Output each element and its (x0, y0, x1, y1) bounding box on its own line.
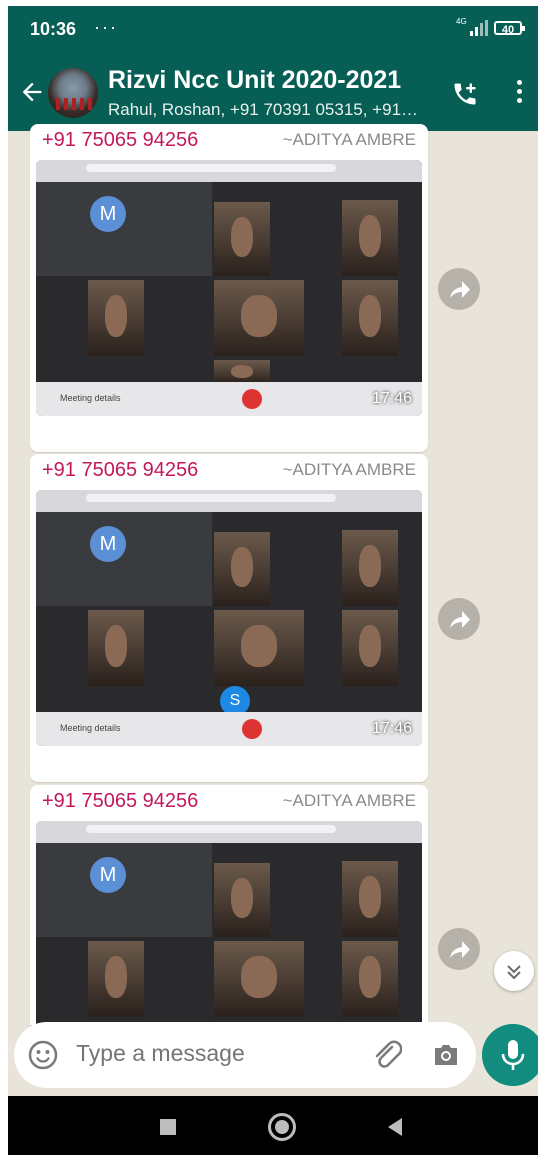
recent-apps-icon[interactable] (160, 1119, 176, 1135)
photo-browser-bar (36, 821, 422, 843)
photo-tile (214, 532, 270, 606)
photo-tile (214, 941, 304, 1017)
photo-tile (36, 182, 212, 276)
camera-icon[interactable] (432, 1042, 460, 1068)
photo-tile (342, 861, 398, 937)
message-input[interactable] (76, 1040, 346, 1067)
photo-tile (342, 280, 398, 356)
photo-tile (214, 360, 270, 384)
group-participants[interactable]: Rahul, Roshan, +91 70391 05315, +91… (108, 100, 418, 120)
image-message[interactable]: +91 75065 94256 ~ADITYA AMBRE M S Meetin… (30, 454, 428, 782)
forward-icon[interactable] (438, 598, 480, 640)
photo-tile (214, 202, 270, 276)
sender-number[interactable]: +91 75065 94256 (42, 790, 198, 813)
group-title[interactable]: Rizvi Ncc Unit 2020-2021 (108, 66, 401, 95)
photo-browser-bar (36, 160, 422, 182)
forward-icon[interactable] (438, 928, 480, 970)
image-message[interactable]: +91 75065 94256 ~ADITYA AMBRE M Meeting … (30, 124, 428, 452)
photo-tile (36, 843, 212, 937)
photo-tile (342, 941, 398, 1017)
message-photo[interactable]: M (36, 821, 422, 1025)
status-time: 10:36 (30, 19, 77, 39)
message-photo[interactable]: M S Meeting details 17:46 (36, 490, 422, 746)
nav-back-icon[interactable] (388, 1118, 402, 1136)
photo-tile (342, 610, 398, 686)
network-type: 4G (456, 17, 467, 26)
photo-tile (342, 200, 398, 276)
status-notification-dots: ··· (94, 17, 118, 37)
back-arrow-icon[interactable] (18, 78, 46, 106)
image-message[interactable]: +91 75065 94256 ~ADITYA AMBRE M (30, 785, 428, 1025)
photo-tile (214, 863, 270, 937)
photo-tile (36, 512, 212, 606)
system-navigation-bar (8, 1096, 538, 1155)
sender-push-name: ~ADITYA AMBRE (282, 460, 416, 479)
message-time: 17:46 (371, 720, 412, 737)
group-avatar[interactable] (48, 68, 98, 118)
photo-tile (88, 610, 144, 686)
message-composer[interactable] (14, 1022, 476, 1088)
status-bar: 10:36 ··· 4G 40 (8, 6, 538, 54)
photo-browser-bar (36, 490, 422, 512)
photo-avatar: M (90, 857, 126, 893)
photo-meeting-details: Meeting details (60, 393, 121, 403)
mic-icon[interactable] (482, 1024, 538, 1086)
battery-icon: 40 (494, 21, 525, 36)
forward-icon[interactable] (438, 268, 480, 310)
sender-number[interactable]: +91 75065 94256 (42, 459, 198, 482)
sender-number[interactable]: +91 75065 94256 (42, 129, 198, 152)
signal-icon (470, 20, 488, 36)
photo-avatar: M (90, 196, 126, 232)
photo-meeting-details: Meeting details (60, 723, 121, 733)
sender-push-name: ~ADITYA AMBRE (282, 130, 416, 149)
more-vert-icon[interactable] (514, 80, 524, 110)
home-icon[interactable] (268, 1113, 296, 1141)
photo-avatar: M (90, 526, 126, 562)
whatsapp-chat-screen: 10:36 ··· 4G 40 Rizvi Ncc Unit 2020-2021… (8, 6, 538, 1155)
sender-push-name: ~ADITYA AMBRE (282, 791, 416, 810)
photo-tile (88, 280, 144, 356)
photo-meeting-bar: Meeting details (36, 712, 422, 746)
emoji-icon[interactable] (28, 1040, 58, 1070)
photo-tile (214, 610, 304, 686)
photo-meeting-bar: Meeting details (36, 382, 422, 416)
message-photo[interactable]: M Meeting details 17:46 (36, 160, 422, 416)
photo-tile (214, 280, 304, 356)
attach-icon[interactable] (372, 1038, 402, 1072)
scroll-down-icon[interactable] (494, 951, 534, 991)
photo-tile (88, 941, 144, 1017)
photo-tile (342, 530, 398, 606)
message-time: 17:46 (371, 390, 412, 407)
add-call-icon[interactable] (451, 80, 479, 108)
chat-header[interactable]: Rizvi Ncc Unit 2020-2021 Rahul, Roshan, … (8, 54, 538, 131)
